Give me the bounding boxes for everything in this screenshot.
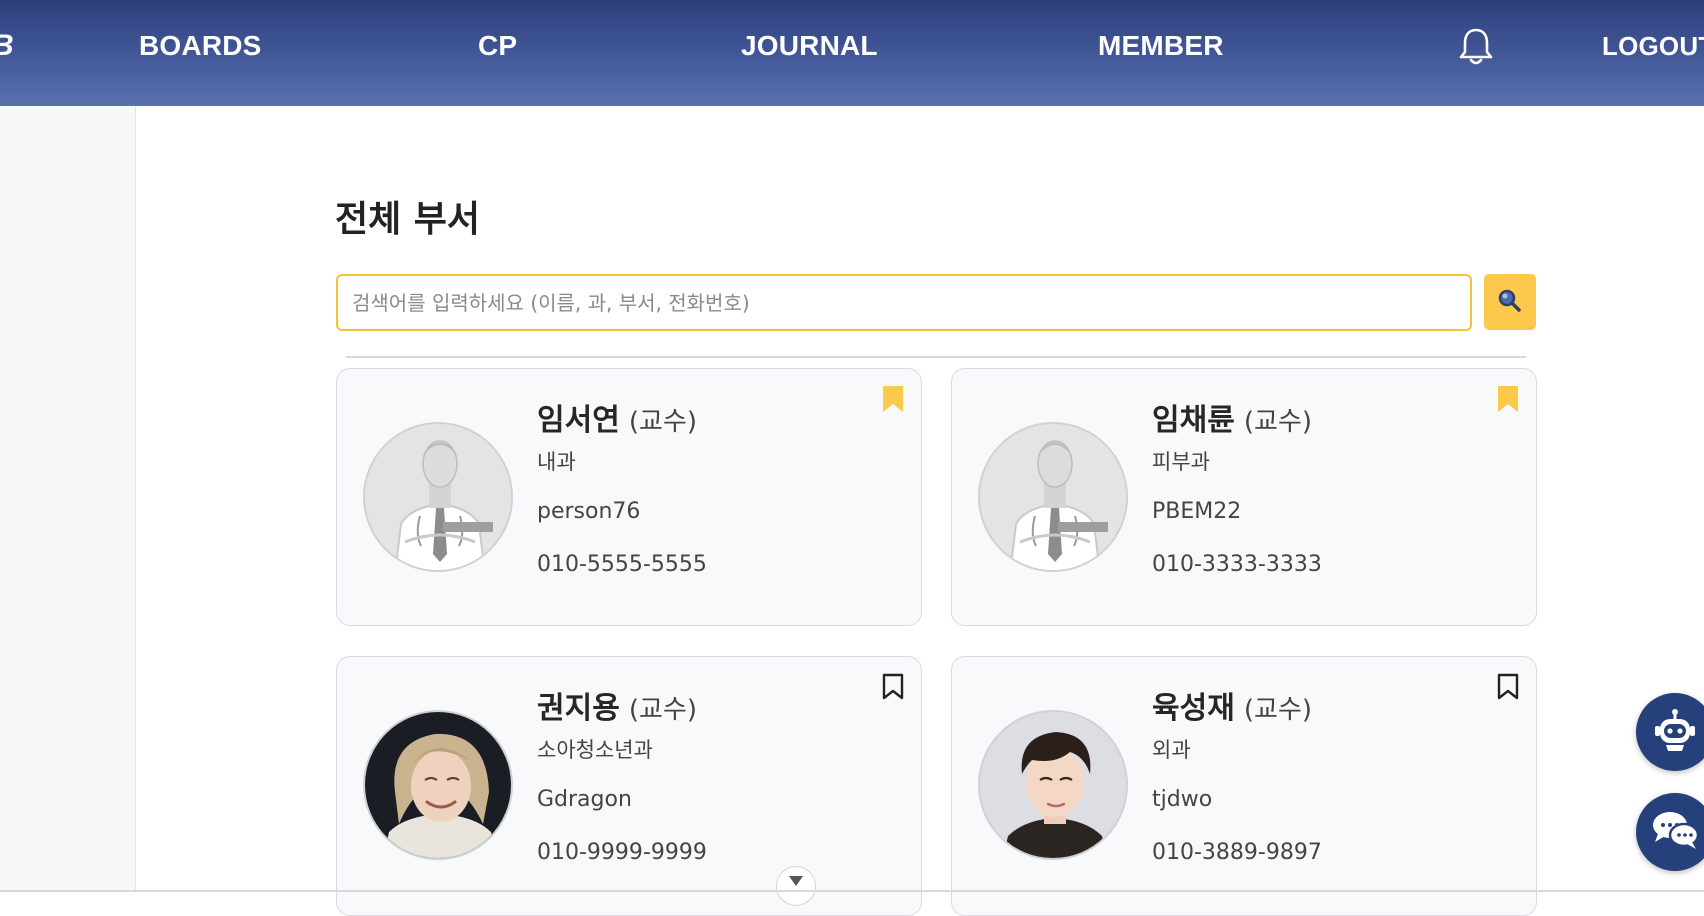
member-department: 피부과 [1152,450,1210,474]
bookmark-outline-icon[interactable] [1497,673,1519,701]
search-icon [1497,288,1523,317]
chat-button[interactable] [1636,793,1704,871]
search-input[interactable] [336,274,1472,331]
member-role: (교수) [1243,407,1313,437]
side-rail [0,106,136,892]
member-department: 소아청소년과 [537,738,653,762]
member-phone: 010-9999-9999 [537,840,707,865]
logout-button[interactable]: LOGOUT [1602,0,1704,92]
scroll-down-button[interactable] [776,866,816,906]
member-role: (교수) [628,407,698,437]
member-phone: 010-5555-5555 [537,552,707,577]
avatar [363,710,513,860]
top-navigation-bar: B BOARDS CP JOURNAL MEMBER LOGOUT [0,0,1704,106]
nav-item-boards[interactable]: BOARDS [139,0,262,92]
nav-item-member[interactable]: MEMBER [1098,0,1224,92]
member-phone: 010-3333-3333 [1152,552,1322,577]
nav-item-journal[interactable]: JOURNAL [741,0,878,92]
member-name: 육성재 [1152,691,1235,726]
bookmark-filled-icon[interactable] [882,385,904,413]
member-id: person76 [537,499,641,524]
divider [346,356,1526,358]
name-row: 임서연 (교수) [537,395,697,439]
member-role: (교수) [628,695,698,725]
bell-icon[interactable] [1456,26,1496,68]
member-department: 외과 [1152,738,1191,762]
name-row: 육성재 (교수) [1152,683,1312,727]
page-title: 전체 부서 [335,199,481,240]
nav-item-cp[interactable]: CP [478,0,517,92]
search-button[interactable] [1484,274,1536,330]
member-id: Gdragon [537,787,632,812]
chat-bubbles-icon [1650,808,1700,856]
member-phone: 010-3889-9897 [1152,840,1322,865]
member-card[interactable]: 육성재 (교수) 외과 tjdwo 010-3889-9897 [951,656,1537,916]
member-id: tjdwo [1152,787,1213,812]
name-row: 권지용 (교수) [537,683,697,727]
avatar [363,422,513,572]
member-card[interactable]: 권지용 (교수) 소아청소년과 Gdragon 010-9999-9999 [336,656,922,916]
member-name: 임서연 [537,403,620,438]
avatar [978,422,1128,572]
member-department: 내과 [537,450,576,474]
member-card[interactable]: 임서연 (교수) 내과 person76 010-5555-5555 [336,368,922,626]
member-name: 권지용 [537,691,620,726]
member-name: 임채륜 [1152,403,1235,438]
robot-icon [1652,707,1698,757]
member-role: (교수) [1243,695,1313,725]
member-id: PBEM22 [1152,499,1242,524]
name-row: 임채륜 (교수) [1152,395,1312,439]
chatbot-button[interactable] [1636,693,1704,771]
avatar [978,710,1128,860]
bookmark-outline-icon[interactable] [882,673,904,701]
member-card[interactable]: 임채륜 (교수) 피부과 PBEM22 010-3333-3333 [951,368,1537,626]
app-logo[interactable]: B [0,0,14,92]
bookmark-filled-icon[interactable] [1497,385,1519,413]
